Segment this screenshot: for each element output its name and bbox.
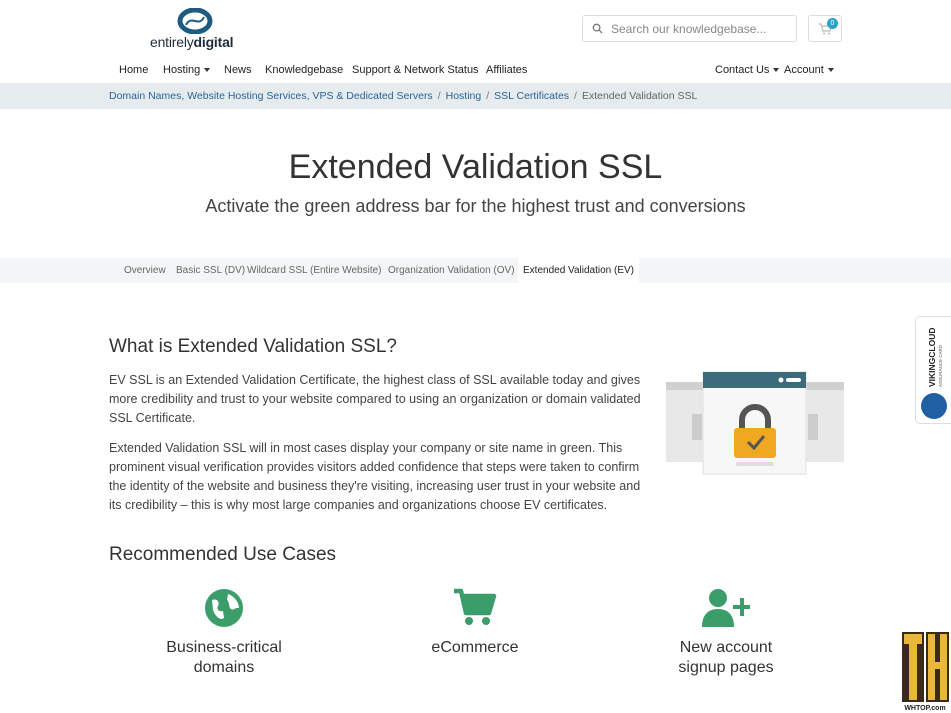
nav-account-label: Account	[784, 64, 824, 76]
page-subtitle: Activate the green address bar for the h…	[205, 196, 746, 216]
nav-news[interactable]: News	[224, 64, 252, 76]
usecase-icon-wrapper	[109, 588, 339, 628]
about-paragraph-1: EV SSL is an Extended Validation Certifi…	[109, 373, 641, 425]
user-plus-icon	[702, 589, 750, 627]
nav-support[interactable]: Support & Network Status	[352, 64, 479, 76]
side-badge-text: VIKINGCLOUD ASSURANCE CARD	[927, 328, 943, 388]
nav-hosting-label: Hosting	[163, 64, 201, 76]
usecase-signup-pages: New account signup pages	[611, 588, 841, 678]
search-input[interactable]	[611, 21, 786, 36]
breadcrumb-link-home[interactable]: Domain Names, Website Hosting Services, …	[109, 90, 433, 102]
nav-hosting[interactable]: Hosting	[163, 64, 211, 76]
caret-down-icon	[204, 68, 211, 73]
breadcrumb-link-hosting[interactable]: Hosting	[446, 90, 482, 102]
subnav-organization-validation[interactable]: Organization Validation (OV)	[388, 265, 515, 276]
about-heading: What is Extended Validation SSL?	[109, 336, 397, 357]
usecase-label: Business-critical domains	[166, 639, 282, 676]
breadcrumb-separator: /	[486, 90, 490, 102]
usecase-icon-wrapper	[360, 588, 590, 628]
subnav-wildcard-ssl[interactable]: Wildcard SSL (Entire Website)	[247, 265, 382, 276]
nav-home[interactable]: Home	[119, 64, 148, 76]
shopping-cart-icon	[454, 588, 497, 625]
usecase-business-critical: Business-critical domains	[109, 588, 339, 678]
usecase-icon-wrapper	[611, 588, 841, 628]
search-icon	[583, 16, 611, 41]
logo-mark-icon	[177, 8, 213, 34]
usecase-label: eCommerce	[431, 639, 519, 656]
site-logo[interactable]: entirelydigital	[150, 8, 245, 52]
usecase-label: New account signup pages	[678, 639, 774, 676]
search-box[interactable]	[582, 15, 797, 42]
caret-down-icon	[827, 68, 834, 73]
breadcrumb: Domain Names, Website Hosting Services, …	[109, 90, 697, 102]
page-title: Extended Validation SSL	[288, 148, 663, 186]
subnav-overview[interactable]: Overview	[124, 265, 166, 276]
breadcrumb-current: Extended Validation SSL	[581, 90, 698, 102]
breadcrumb-link-ssl[interactable]: SSL Certificates	[494, 90, 569, 102]
cart-count-badge: 0	[827, 18, 838, 29]
nav-knowledgebase[interactable]: Knowledgebase	[265, 64, 343, 76]
vikingcloud-logo-icon	[921, 393, 947, 419]
nav-contact[interactable]: Contact Us	[715, 64, 780, 76]
ssl-subnav: Overview Basic SSL (DV) Wildcard SSL (En…	[0, 258, 951, 283]
ssl-lock-illustration	[666, 371, 844, 475]
breadcrumb-separator: /	[574, 90, 577, 102]
breadcrumb-separator: /	[437, 90, 441, 102]
whtop-watermark: WHTOP.com	[902, 632, 949, 712]
cart-button[interactable]: 0	[808, 15, 842, 42]
globe-icon	[205, 589, 243, 627]
site-header: entirelydigital 0	[0, 0, 951, 58]
breadcrumb-bar: Domain Names, Website Hosting Services, …	[0, 83, 951, 109]
main-nav: Home Hosting News Knowledgebase Support …	[0, 58, 951, 83]
nav-affiliates[interactable]: Affiliates	[486, 64, 527, 76]
logo-text: entirelydigital	[150, 34, 234, 50]
side-badge-tagline: ASSURANCE CARD	[938, 344, 943, 387]
nav-contact-label: Contact Us	[715, 64, 770, 76]
nav-account[interactable]: Account	[784, 64, 834, 76]
usecase-ecommerce: eCommerce	[360, 588, 590, 658]
caret-down-icon	[773, 68, 780, 73]
about-paragraph-2: Extended Validation SSL will in most cas…	[109, 441, 641, 512]
subnav-basic-ssl[interactable]: Basic SSL (DV)	[176, 265, 245, 276]
usecases-heading: Recommended Use Cases	[109, 544, 337, 565]
watermark-text: WHTOP.com	[904, 705, 945, 712]
side-badge-brand: VIKINGCLOUD	[927, 328, 937, 388]
assurance-side-badge[interactable]: VIKINGCLOUD ASSURANCE CARD	[915, 316, 951, 424]
subnav-extended-validation[interactable]: Extended Validation (EV)	[518, 258, 639, 283]
